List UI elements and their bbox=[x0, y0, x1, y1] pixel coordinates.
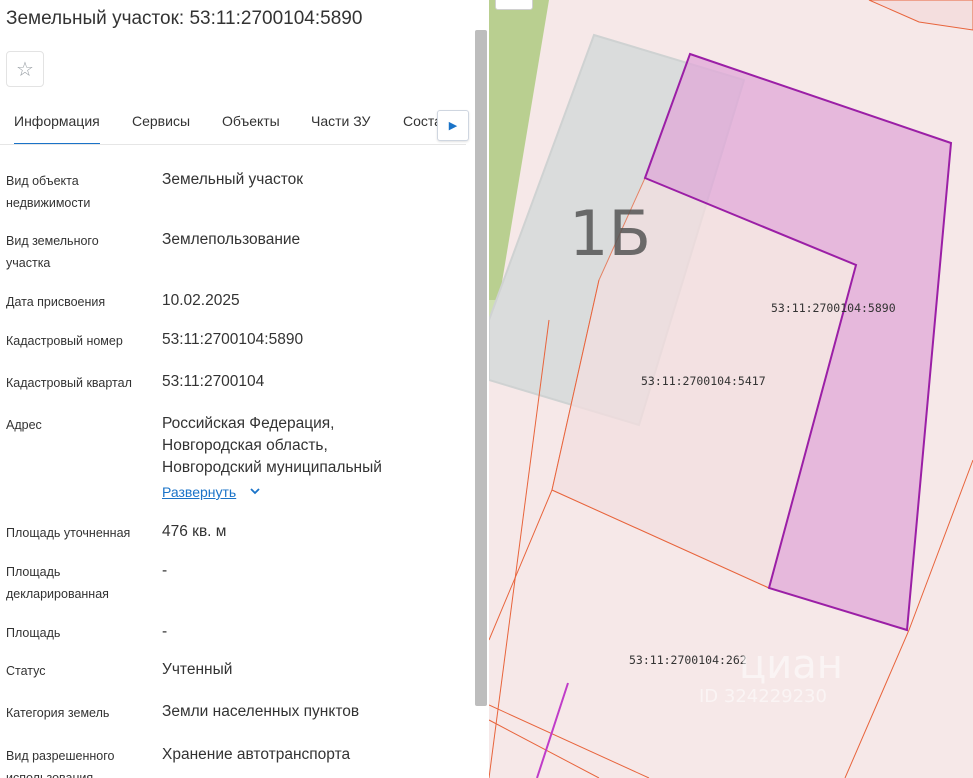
cad-number-value: 53:11:2700104:5890 bbox=[162, 331, 304, 348]
chevron-down-icon[interactable] bbox=[248, 484, 262, 501]
permitted-use-label: Вид разрешенного использования bbox=[6, 749, 115, 778]
cad-quarter-value: 53:11:2700104 bbox=[162, 373, 265, 390]
parcel-label: 53:11:2700104:262 bbox=[629, 653, 747, 667]
house-number: 1Б bbox=[569, 197, 651, 270]
area-value: - bbox=[162, 623, 168, 640]
assign-date-label: Дата присвоения bbox=[6, 295, 106, 309]
parcel-label: 53:11:2700104:5417 bbox=[641, 374, 766, 388]
object-type-value: Земельный участок bbox=[162, 171, 304, 188]
area-declared-value: - bbox=[162, 562, 168, 579]
land-kind-value: Землепользование bbox=[162, 231, 301, 248]
address-line: Новгородский муниципальный bbox=[162, 459, 382, 476]
expand-address-link[interactable]: Развернуть bbox=[162, 484, 236, 500]
address-label: Адрес bbox=[6, 418, 42, 432]
address-value: Российская Федерация, Новгородская облас… bbox=[162, 413, 462, 479]
assign-date-value: 10.02.2025 bbox=[162, 292, 240, 309]
watermark-logo: циан bbox=[739, 642, 843, 688]
info-panel: Земельный участок: 53:11:2700104:5890 ☆ … bbox=[0, 0, 473, 778]
address-line: Российская Федерация, bbox=[162, 415, 335, 432]
cad-number-label: Кадастровый номер bbox=[6, 334, 123, 348]
object-type-label: Вид объекта недвижимости bbox=[6, 174, 91, 210]
map-zoom-control[interactable] bbox=[495, 0, 533, 10]
area-label: Площадь bbox=[6, 626, 61, 640]
parcel-label: 53:11:2700104:5890 bbox=[771, 301, 896, 315]
address-line: Новгородская область, bbox=[162, 437, 328, 454]
watermark-id: ID 324229230 bbox=[699, 686, 827, 707]
status-label: Статус bbox=[6, 664, 46, 678]
land-category-label: Категория земель bbox=[6, 706, 110, 720]
area-refined-value: 476 кв. м bbox=[162, 523, 227, 540]
land-kind-label: Вид земельного участка bbox=[6, 234, 99, 270]
area-declared-label: Площадь декларированная bbox=[6, 565, 109, 601]
info-table: Вид объекта недвижимости Земельный участ… bbox=[0, 0, 473, 778]
permitted-use-value: Хранение автотранспорта bbox=[162, 746, 351, 763]
cadastral-map[interactable]: 1Б 53:11:2700104:5890 53:11:2700104:5417… bbox=[489, 0, 973, 778]
status-value: Учтенный bbox=[162, 661, 233, 678]
panel-scrollbar-thumb[interactable] bbox=[475, 30, 487, 706]
area-refined-label: Площадь уточненная bbox=[6, 526, 131, 540]
cad-quarter-label: Кадастровый квартал bbox=[6, 376, 132, 390]
map-canvas[interactable]: 1Б 53:11:2700104:5890 53:11:2700104:5417… bbox=[489, 0, 973, 778]
land-category-value: Земли населенных пунктов bbox=[162, 703, 360, 720]
